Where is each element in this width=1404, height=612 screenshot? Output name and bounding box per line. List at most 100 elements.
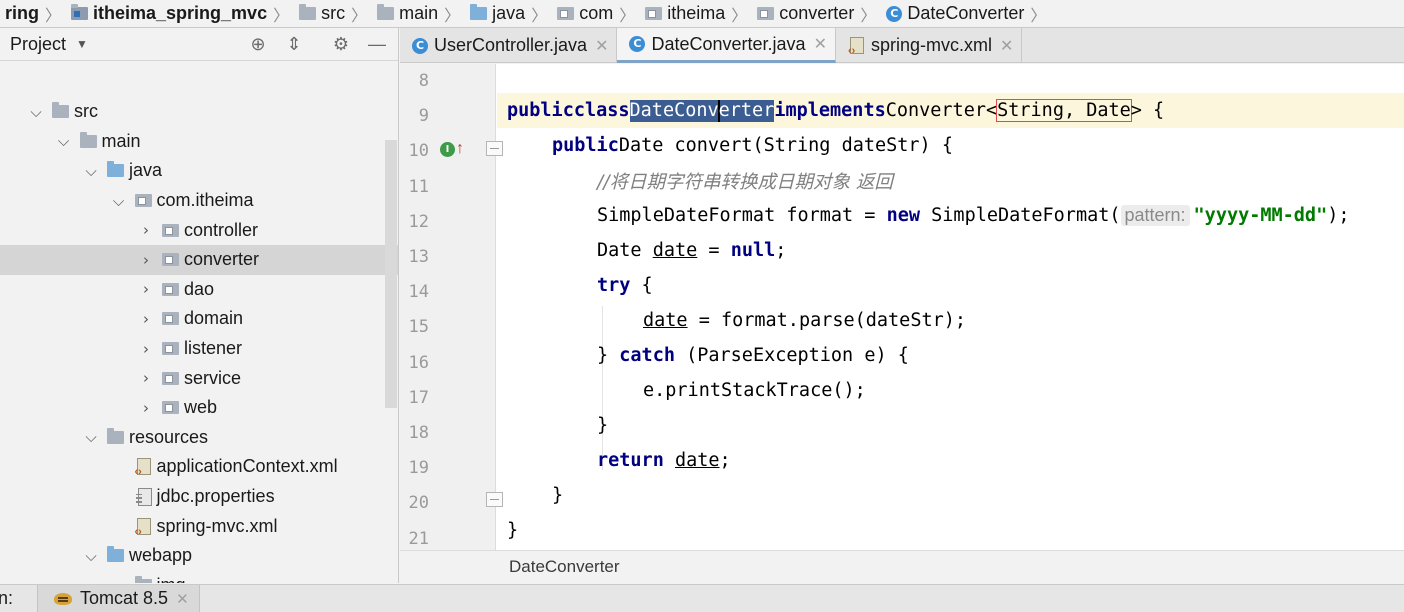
tree-item-applicationcontext-xml[interactable]: applicationContext.xml: [0, 452, 398, 482]
tree-item-label: spring-mvc.xml: [156, 515, 278, 536]
tab-label: UserController.java: [434, 35, 588, 55]
tree-item-java[interactable]: ⌵ java: [0, 156, 398, 186]
tree-item-webapp[interactable]: ⌵ webapp: [0, 541, 398, 571]
editor-gutter[interactable]: 8 9 10 11 12 13 14 15 16 17 18 19 20 21: [400, 64, 496, 550]
breadcrumb-item-java[interactable]: java 〉: [466, 0, 553, 27]
hide-panel-icon[interactable]: —: [365, 32, 389, 56]
keyword-token: implements: [774, 100, 886, 121]
line-number: 9: [418, 106, 429, 127]
gear-icon[interactable]: ⚙: [329, 32, 353, 56]
collapse-all-icon[interactable]: ⇕: [282, 32, 306, 56]
package-icon: [162, 371, 179, 385]
chevron-right-icon: 〉: [273, 7, 290, 25]
tree-item-spring-mvc-xml[interactable]: spring-mvc.xml: [0, 511, 398, 541]
chevron-down-icon[interactable]: ⌵: [84, 428, 98, 446]
tree-icon-slot: [107, 161, 127, 178]
tab-spring-mvc[interactable]: spring-mvc.xml ✕: [836, 28, 1023, 63]
close-icon[interactable]: ✕: [595, 36, 608, 56]
identifier-token: SimpleDateFormat(: [920, 205, 1121, 226]
code-editor[interactable]: 8 9 10 11 12 13 14 15 16 17 18 19 20 21 I ↑ public cl…: [400, 64, 1404, 550]
tree-item-listener[interactable]: › listener: [0, 334, 398, 364]
identifier-token: > {: [1130, 100, 1165, 121]
tree-item-dao[interactable]: › dao: [0, 275, 398, 305]
tree-item-converter[interactable]: › converter: [0, 245, 398, 275]
breadcrumb-item-src[interactable]: src 〉: [295, 0, 373, 27]
tree-item-label: domain: [184, 308, 244, 329]
package-icon: [162, 312, 179, 326]
close-icon[interactable]: ✕: [814, 34, 827, 54]
tree-item-src[interactable]: ⌵ src: [0, 97, 398, 127]
project-view-selector[interactable]: Project: [10, 34, 66, 55]
breadcrumb-item-itheima[interactable]: itheima 〉: [641, 0, 753, 27]
tree-item-label: main: [101, 130, 141, 151]
line-number: 10: [408, 141, 429, 162]
chevron-right-icon[interactable]: ›: [139, 340, 153, 358]
caret-down-icon[interactable]: ▼: [76, 37, 88, 51]
tree-item-service[interactable]: › service: [0, 363, 398, 393]
tab-usercontroller[interactable]: C UserController.java ✕: [400, 28, 618, 63]
identifier-token: SimpleDateFormat format =: [597, 205, 887, 226]
project-tree-scrollbar[interactable]: [385, 140, 397, 408]
tree-icon-slot: [134, 575, 155, 583]
tree-item-img[interactable]: img: [0, 571, 398, 583]
breadcrumb-item-project[interactable]: ring 〉: [0, 0, 67, 27]
breadcrumb-label: itheima: [667, 3, 726, 23]
chevron-right-icon[interactable]: ›: [139, 369, 153, 387]
tree-item-controller[interactable]: › controller: [0, 215, 398, 245]
navigation-breadcrumb: ring 〉 itheima_spring_mvc 〉 src 〉 main 〉…: [0, 0, 1404, 28]
tree-icon-slot: [162, 312, 182, 326]
code-line-16: } catch (ParseException e) {: [597, 338, 909, 373]
chevron-right-icon[interactable]: ›: [139, 251, 153, 269]
tree-item-jdbc-properties[interactable]: jdbc.properties: [0, 482, 398, 512]
code-line-17: e.printStackTrace();: [643, 373, 866, 408]
line-number: 15: [408, 317, 429, 338]
tree-item-domain[interactable]: › domain: [0, 304, 398, 334]
chevron-down-icon[interactable]: ⌵: [84, 162, 98, 180]
chevron-right-icon[interactable]: ›: [139, 221, 153, 239]
variable-token: date: [674, 450, 720, 471]
source-folder-icon: [107, 161, 124, 178]
tree-icon-slot: [107, 546, 127, 563]
chevron-down-icon[interactable]: ⌵: [84, 547, 98, 565]
close-icon[interactable]: ✕: [1000, 36, 1013, 56]
tree-icon-slot: [135, 458, 155, 478]
breadcrumb-item-dateconverter[interactable]: C DateConverter 〉: [882, 0, 1052, 27]
tab-tomcat-run[interactable]: Tomcat 8.5 ✕: [37, 584, 200, 612]
implementing-method-icon: I: [440, 141, 455, 157]
breadcrumb-item-module[interactable]: itheima_spring_mvc 〉: [67, 0, 295, 27]
close-icon[interactable]: ✕: [176, 590, 189, 608]
identifier-token: }: [597, 345, 620, 366]
tab-label: spring-mvc.xml: [870, 35, 992, 55]
tree-icon-slot: [79, 131, 100, 148]
keyword-token: try: [597, 275, 631, 296]
chevron-right-icon[interactable]: ›: [139, 280, 153, 298]
identifier-token: ;: [775, 240, 787, 261]
chevron-down-icon[interactable]: ⌵: [29, 103, 43, 121]
chevron-down-icon[interactable]: ⌵: [112, 192, 126, 210]
fold-toggle-icon[interactable]: [486, 492, 503, 507]
tree-icon-slot: [162, 223, 182, 237]
chevron-right-icon[interactable]: ›: [139, 399, 153, 417]
breadcrumb-item-main[interactable]: main 〉: [373, 0, 466, 27]
identifier-token: = format.parse(dateStr);: [687, 310, 967, 331]
chevron-down-icon[interactable]: ⌵: [57, 132, 71, 150]
keyword-token: null: [730, 240, 776, 261]
tree-item-main[interactable]: ⌵ main: [0, 127, 398, 157]
footer-class-name[interactable]: DateConverter: [509, 557, 620, 577]
breadcrumb-item-converter[interactable]: converter 〉: [753, 0, 882, 27]
fold-toggle-icon[interactable]: [486, 141, 503, 156]
locate-target-icon[interactable]: ⊕: [246, 32, 270, 56]
tree-item-resources[interactable]: ⌵ resources: [0, 423, 398, 453]
tab-dateconverter[interactable]: C DateConverter.java ✕: [617, 28, 836, 63]
chevron-right-icon[interactable]: ›: [139, 310, 153, 328]
tree-item-web[interactable]: › web: [0, 393, 398, 423]
implements-marker-icon[interactable]: I ↑: [440, 139, 470, 159]
breadcrumb-item-com[interactable]: com 〉: [553, 0, 641, 27]
breadcrumb-label: converter: [779, 3, 855, 23]
tree-item-label: web: [184, 397, 218, 418]
project-panel: Project ▼ ⊕ ⇕ ⚙ — ⌵ src ⌵ main ⌵ java ⌵ com.ith…: [0, 28, 399, 583]
breadcrumb-label: DateConverter: [907, 3, 1025, 23]
line-number: 13: [408, 247, 429, 267]
package-icon: [757, 7, 775, 20]
tree-item-com-itheima[interactable]: ⌵ com.itheima: [0, 186, 398, 216]
